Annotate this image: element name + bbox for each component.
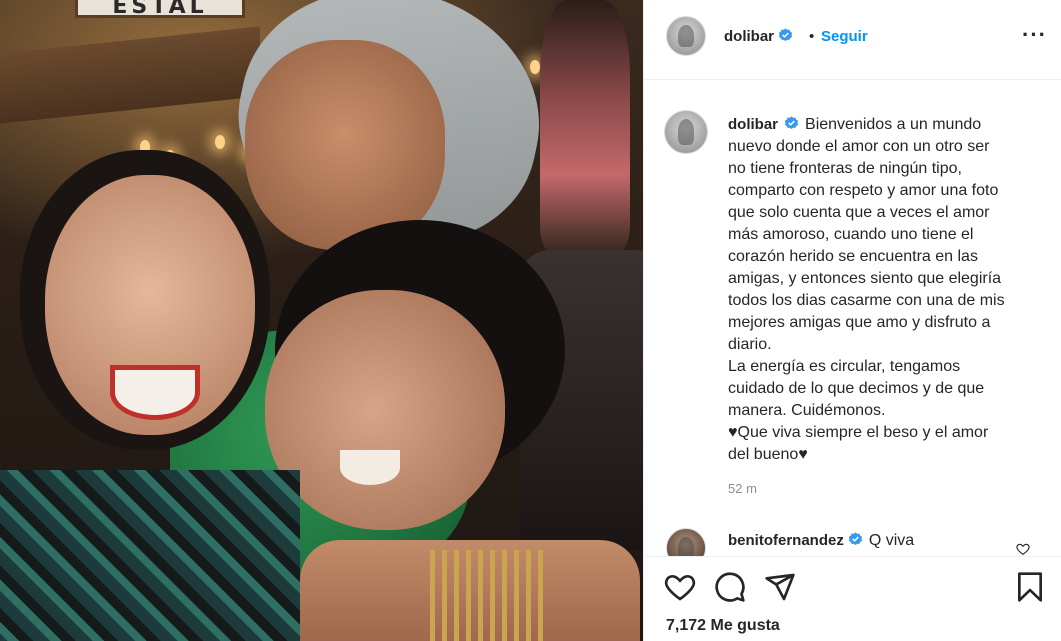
verified-badge-icon	[778, 28, 793, 42]
caption-username[interactable]: dolibar	[728, 116, 778, 133]
light-bulb	[215, 135, 225, 149]
light-bulb	[530, 60, 540, 74]
comment-text: Q viva	[868, 532, 915, 549]
comment-item: benitofernandez Q viva	[728, 532, 914, 550]
background-sign: ESTAL	[75, 0, 245, 19]
post-photo[interactable]: ESTAL	[0, 0, 643, 641]
post-header: dolibar • Seguir ···	[644, 0, 1061, 80]
person-face	[245, 40, 445, 250]
bracelets	[430, 550, 550, 641]
likes-count[interactable]: 7,172 Me gusta	[666, 617, 780, 635]
comment-icon[interactable]	[714, 571, 746, 603]
bookmark-icon[interactable]	[1014, 571, 1046, 603]
follow-button[interactable]: Seguir	[821, 28, 868, 45]
verified-badge-icon	[848, 532, 862, 546]
comment-avatar[interactable]	[666, 528, 706, 556]
caption-avatar[interactable]	[664, 110, 708, 154]
caption-text: Bienvenidos a un mundo nuevo donde el am…	[728, 116, 1005, 463]
separator-dot: •	[809, 28, 815, 45]
username[interactable]: dolibar	[724, 28, 774, 45]
more-options-icon[interactable]: ···	[1022, 24, 1046, 48]
avatar[interactable]	[666, 16, 706, 56]
post-side-panel: dolibar • Seguir ··· dolibar Bienvenidos…	[643, 0, 1061, 641]
post-timestamp[interactable]: 52 m	[728, 481, 757, 496]
background-person	[540, 0, 630, 250]
heart-icon[interactable]	[664, 571, 696, 603]
verified-badge-icon	[784, 116, 799, 130]
patterned-blouse	[0, 470, 300, 641]
person-face	[265, 290, 505, 530]
comment-username[interactable]: benitofernandez	[728, 532, 844, 549]
post-caption: dolibar Bienvenidos a un mundo nuevo don…	[728, 114, 1038, 466]
post-actions: 7,172 Me gusta	[644, 556, 1061, 641]
paper-plane-icon[interactable]	[764, 571, 796, 603]
comments-list: benitofernandez Q viva	[644, 520, 1061, 556]
person-smile	[110, 365, 200, 420]
comment-like-heart-icon[interactable]	[1016, 542, 1030, 556]
post-author[interactable]: dolibar	[724, 28, 793, 46]
person-smile	[340, 450, 400, 485]
